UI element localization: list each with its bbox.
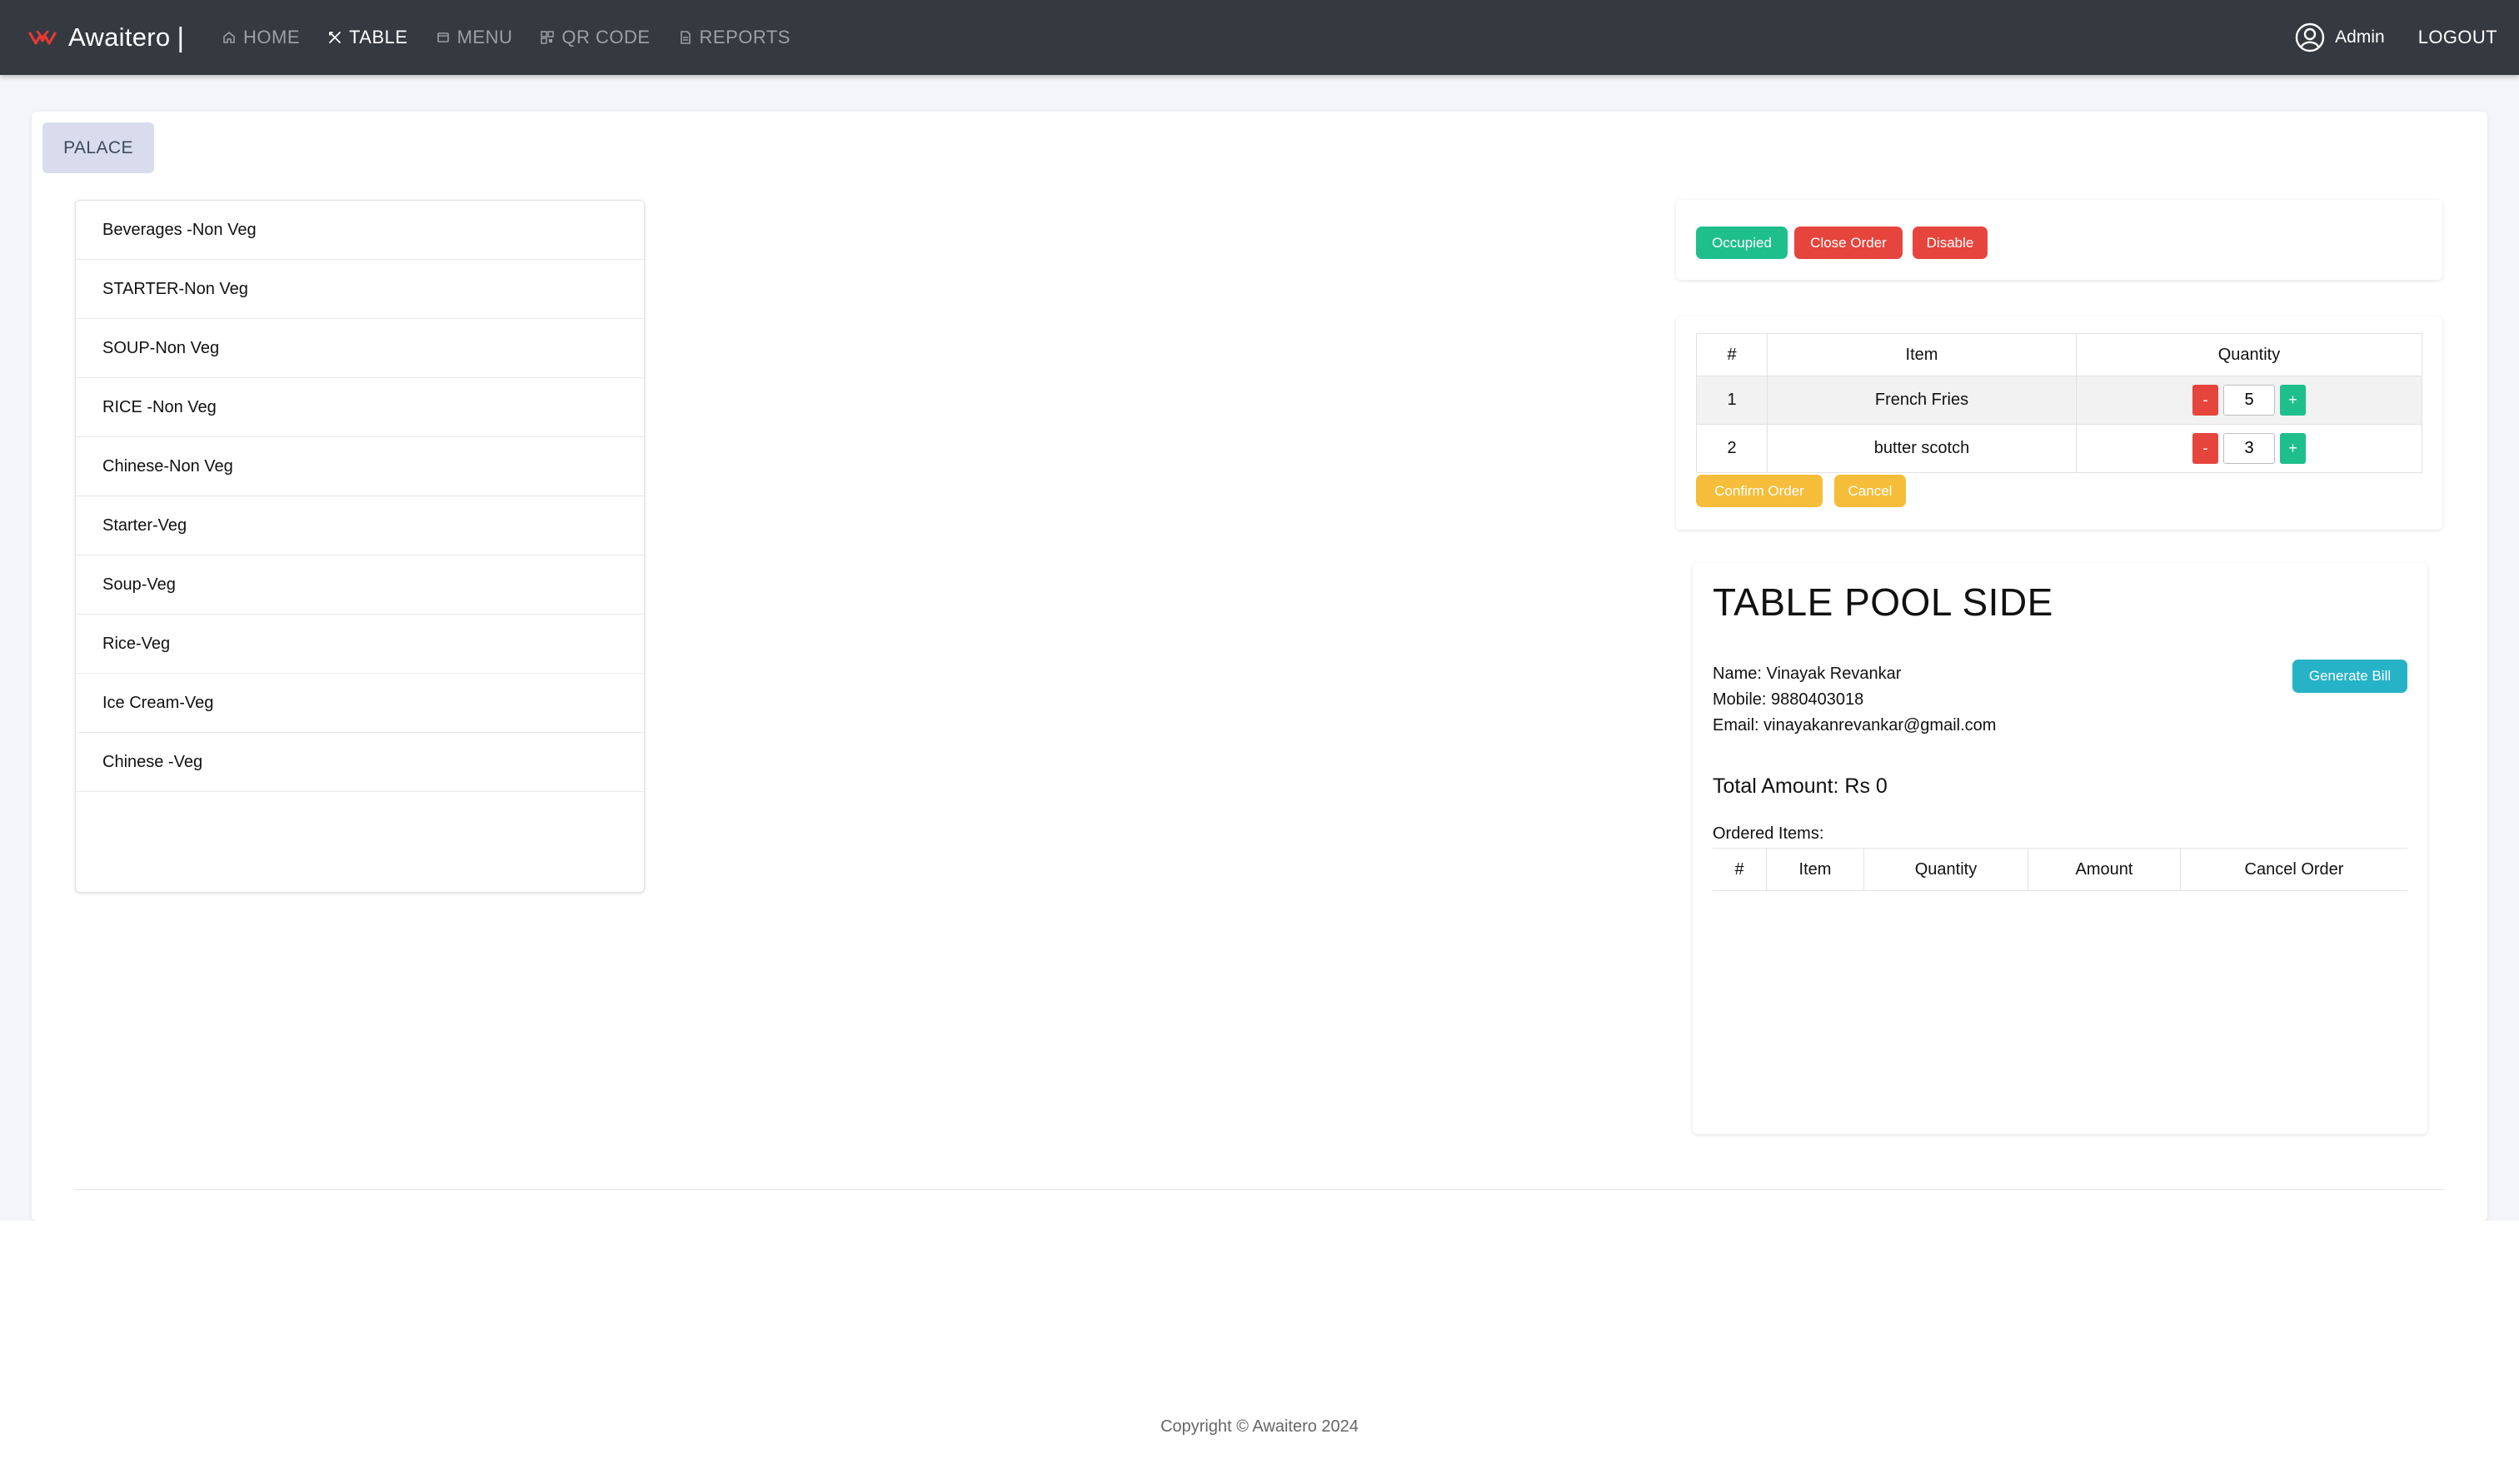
nav-qrcode-label: QR CODE xyxy=(561,27,651,47)
disable-button[interactable]: Disable xyxy=(1913,227,1988,259)
user-menu[interactable]: Admin xyxy=(2295,22,2385,52)
customer-email: Email: vinayakanrevankar@gmail.com xyxy=(1713,716,1997,735)
row-num: 1 xyxy=(1696,376,1768,425)
category-item[interactable]: Starter-Veg xyxy=(76,496,644,555)
page-background-lower xyxy=(0,1221,2519,1484)
top-navbar: Awaitero | HOME TABLE MENU QR CODE REPOR… xyxy=(0,0,2519,75)
quantity-input[interactable] xyxy=(2223,385,2275,416)
total-amount: Total Amount: Rs 0 xyxy=(1713,774,1888,798)
nav-qrcode[interactable]: QR CODE xyxy=(540,22,650,53)
utensils-icon xyxy=(327,30,342,45)
logout-link[interactable]: LOGOUT xyxy=(2418,27,2497,48)
area-tab-palace[interactable]: PALACE xyxy=(42,122,154,173)
table-status-card: Occupied Close Order Disable xyxy=(1676,200,2442,280)
category-item[interactable]: Beverages -Non Veg xyxy=(76,201,644,260)
decrement-button[interactable]: - xyxy=(2192,433,2218,464)
category-item[interactable]: SOUP-Non Veg xyxy=(76,319,644,378)
col-header-quantity: Quantity xyxy=(2076,333,2422,376)
nav-table[interactable]: TABLE xyxy=(327,22,408,53)
customer-name: Name: Vinayak Revankar xyxy=(1713,665,1902,683)
row-num: 2 xyxy=(1696,424,1768,473)
col-header-item: Item xyxy=(1767,333,2077,376)
decrement-button[interactable]: - xyxy=(2192,385,2218,416)
category-item[interactable]: Soup-Veg xyxy=(76,555,644,615)
quantity-stepper: - + xyxy=(2076,424,2422,473)
col-header-amount: Amount xyxy=(2028,848,2181,891)
home-icon xyxy=(222,30,237,45)
ordered-items-table: # Item Quantity Amount Cancel Order xyxy=(1713,848,2407,891)
nav-menu[interactable]: MENU xyxy=(436,22,513,53)
new-order-card: # Item Quantity 1 French Fries - + 2 xyxy=(1676,316,2442,530)
menu-icon xyxy=(436,30,451,45)
table-row: 1 French Fries - + xyxy=(1696,376,2422,425)
col-header-cancel-order: Cancel Order xyxy=(2180,848,2407,891)
category-item[interactable]: STARTER-Non Veg xyxy=(76,260,644,319)
quantity-stepper: - + xyxy=(2076,376,2422,425)
nav-menu-label: MENU xyxy=(456,27,513,47)
nav-home-label: HOME xyxy=(243,27,300,47)
category-item[interactable]: RICE -Non Veg xyxy=(76,378,644,437)
table-row: 2 butter scotch - + xyxy=(1696,424,2422,473)
table-bill-card: TABLE POOL SIDE Name: Vinayak Revankar M… xyxy=(1693,563,2427,1134)
col-header-quantity: Quantity xyxy=(1863,848,2028,891)
brand-name: Awaitero xyxy=(68,22,171,52)
category-item[interactable]: Chinese-Non Veg xyxy=(76,437,644,496)
qrcode-icon xyxy=(540,30,555,45)
brand[interactable]: Awaitero | xyxy=(28,18,184,57)
increment-button[interactable]: + xyxy=(2280,385,2306,416)
customer-info: Name: Vinayak Revankar Mobile: 988040301… xyxy=(1713,661,1996,739)
user-name: Admin xyxy=(2335,27,2385,47)
brand-separator: | xyxy=(177,22,185,52)
cancel-order-button[interactable]: Cancel xyxy=(1834,475,1906,507)
category-item[interactable]: Chinese -Veg xyxy=(76,733,644,792)
nav-right: Admin LOGOUT xyxy=(2295,18,2497,57)
table-title: TABLE POOL SIDE xyxy=(1713,580,2053,624)
nav-reports[interactable]: REPORTS xyxy=(678,22,791,53)
close-order-button[interactable]: Close Order xyxy=(1794,227,1903,259)
row-item: butter scotch xyxy=(1767,424,2077,473)
col-header-num: # xyxy=(1713,848,1767,891)
row-item: French Fries xyxy=(1767,376,2077,425)
nav-table-label: TABLE xyxy=(349,27,408,47)
category-item[interactable]: Ice Cream-Veg xyxy=(76,674,644,733)
report-icon xyxy=(678,30,693,45)
category-list: Beverages -Non Veg STARTER-Non Veg SOUP-… xyxy=(75,200,645,893)
confirm-order-button[interactable]: Confirm Order xyxy=(1696,475,1823,507)
increment-button[interactable]: + xyxy=(2280,433,2306,464)
awaitero-logo-icon xyxy=(28,30,57,45)
quantity-input[interactable] xyxy=(2223,433,2275,464)
category-item[interactable]: Rice-Veg xyxy=(76,615,644,674)
footer-divider xyxy=(75,1189,2444,1190)
customer-mobile: Mobile: 9880403018 xyxy=(1713,690,1864,709)
nav-home[interactable]: HOME xyxy=(222,22,300,53)
new-order-table: # Item Quantity 1 French Fries - + 2 xyxy=(1696,333,2422,473)
occupied-button[interactable]: Occupied xyxy=(1696,227,1788,259)
copyright-text: Copyright © Awaitero 2024 xyxy=(1160,1417,1359,1436)
nav-reports-label: REPORTS xyxy=(699,27,791,47)
ordered-items-label: Ordered Items: xyxy=(1713,824,1824,843)
generate-bill-button[interactable]: Generate Bill xyxy=(2292,660,2407,693)
col-header-num: # xyxy=(1696,333,1768,376)
user-avatar-icon xyxy=(2295,22,2325,52)
col-header-item: Item xyxy=(1766,848,1864,891)
main-nav: HOME TABLE MENU QR CODE REPORTS xyxy=(222,22,818,53)
